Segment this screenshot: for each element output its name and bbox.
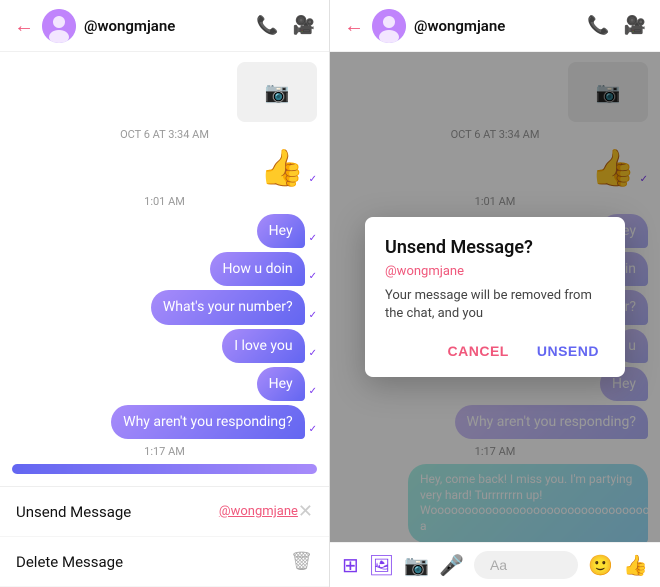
left-topbar: ← @wongmjane 📞 🎥 <box>0 0 329 52</box>
grid-icon[interactable]: ⊞ <box>342 553 359 577</box>
table-row: I love you ✓ <box>12 329 317 363</box>
check-1: ✓ <box>309 233 317 244</box>
right-back-icon[interactable]: ← <box>344 13 364 38</box>
dialog-body: Your message will be removed from the ch… <box>385 287 605 323</box>
thumbup-row: 👍 ✓ <box>12 147 317 189</box>
table-row: Why aren't you responding? ✓ <box>12 405 317 439</box>
delete-action[interactable]: Delete Message 🗑 <box>0 537 329 587</box>
unsend-button[interactable]: UNSEND <box>531 339 605 363</box>
right-phone-icon[interactable]: 📞 <box>587 15 609 36</box>
unsend-label: Unsend Message <box>16 503 211 521</box>
like-icon[interactable]: 👍 <box>623 553 648 577</box>
time-label-2: 1:17 AM <box>12 445 317 458</box>
right-topbar: ← @wongmjane 📞 🎥 <box>330 0 660 52</box>
delete-label: Delete Message <box>16 553 290 571</box>
close-icon[interactable]: ✕ <box>298 501 313 522</box>
camera-toolbar-icon[interactable]: 📷 <box>404 553 429 577</box>
image-placeholder: 📷 <box>237 62 317 122</box>
top-icons: 📞 🎥 <box>256 15 315 36</box>
dialog-actions: CANCEL UNSEND <box>385 339 605 363</box>
bubble-love: I love you <box>222 329 304 363</box>
emoji-icon[interactable]: 🙂 <box>588 553 613 577</box>
unsend-action[interactable]: Unsend Message @wongmjane ✕ <box>0 487 329 537</box>
right-bottom-toolbar: ⊞ 🖼 📷 🎤 Aa 🙂 👍 <box>330 542 660 587</box>
left-panel: ← @wongmjane 📞 🎥 📷 OCT 6 AT 3:34 AM 👍 ✓ <box>0 0 330 587</box>
action-sheet: Unsend Message @wongmjane ✕ Delete Messa… <box>0 486 329 587</box>
message-input[interactable]: Aa <box>474 551 578 579</box>
modal-overlay: Unsend Message? @wongmjane Your message … <box>330 52 660 542</box>
phone-icon[interactable]: 📞 <box>256 15 278 36</box>
table-row: What's your number? ✓ <box>12 290 317 324</box>
check-sent: ✓ <box>309 174 317 185</box>
back-icon[interactable]: ← <box>14 13 34 38</box>
avatar <box>42 9 76 43</box>
bubble-hey: Hey <box>257 214 305 248</box>
time-label-1: 1:01 AM <box>12 195 317 208</box>
bubble-how: How u doin <box>210 252 304 286</box>
thumbup-sticker: 👍 <box>260 147 305 189</box>
date-label: OCT 6 AT 3:34 AM <box>12 128 317 141</box>
right-username: @wongmjane <box>414 17 587 35</box>
check-6: ✓ <box>309 424 317 435</box>
right-chat-area: 📷 OCT 6 AT 3:34 AM 👍 ✓ 1:01 AM Hey doin … <box>330 52 660 542</box>
table-row: How u doin ✓ <box>12 252 317 286</box>
bubble-number: What's your number? <box>151 290 305 324</box>
left-username: @wongmjane <box>84 17 256 35</box>
image-icon[interactable]: 🖼 <box>369 553 394 577</box>
right-video-icon[interactable]: 🎥 <box>624 15 646 36</box>
sticker-row: 📷 <box>12 62 317 122</box>
unsend-dialog: Unsend Message? @wongmjane Your message … <box>365 217 625 377</box>
check-2: ✓ <box>309 271 317 282</box>
table-row: Hey ✓ <box>12 214 317 248</box>
check-4: ✓ <box>309 348 317 359</box>
video-icon[interactable]: 🎥 <box>293 15 315 36</box>
check-3: ✓ <box>309 310 317 321</box>
trash-icon: 🗑 <box>290 551 313 572</box>
right-avatar <box>372 9 406 43</box>
right-panel: ← @wongmjane 📞 🎥 📷 OCT 6 AT 3:34 AM 👍 ✓ <box>330 0 660 587</box>
dialog-username: @wongmjane <box>385 264 605 279</box>
mic-icon[interactable]: 🎤 <box>439 553 464 577</box>
bubble-hey2: Hey <box>257 367 305 401</box>
dialog-title: Unsend Message? <box>385 237 605 258</box>
table-row: Hey ✓ <box>12 367 317 401</box>
left-chat-area: 📷 OCT 6 AT 3:34 AM 👍 ✓ 1:01 AM Hey ✓ How… <box>0 52 329 486</box>
unsend-tag: @wongmjane <box>219 504 298 519</box>
cancel-button[interactable]: CANCEL <box>442 339 515 363</box>
right-top-icons: 📞 🎥 <box>587 15 646 36</box>
bubble-respond: Why aren't you responding? <box>111 405 304 439</box>
camera-icon: 📷 <box>265 80 290 104</box>
typing-indicator <box>12 464 317 474</box>
check-5: ✓ <box>309 386 317 397</box>
